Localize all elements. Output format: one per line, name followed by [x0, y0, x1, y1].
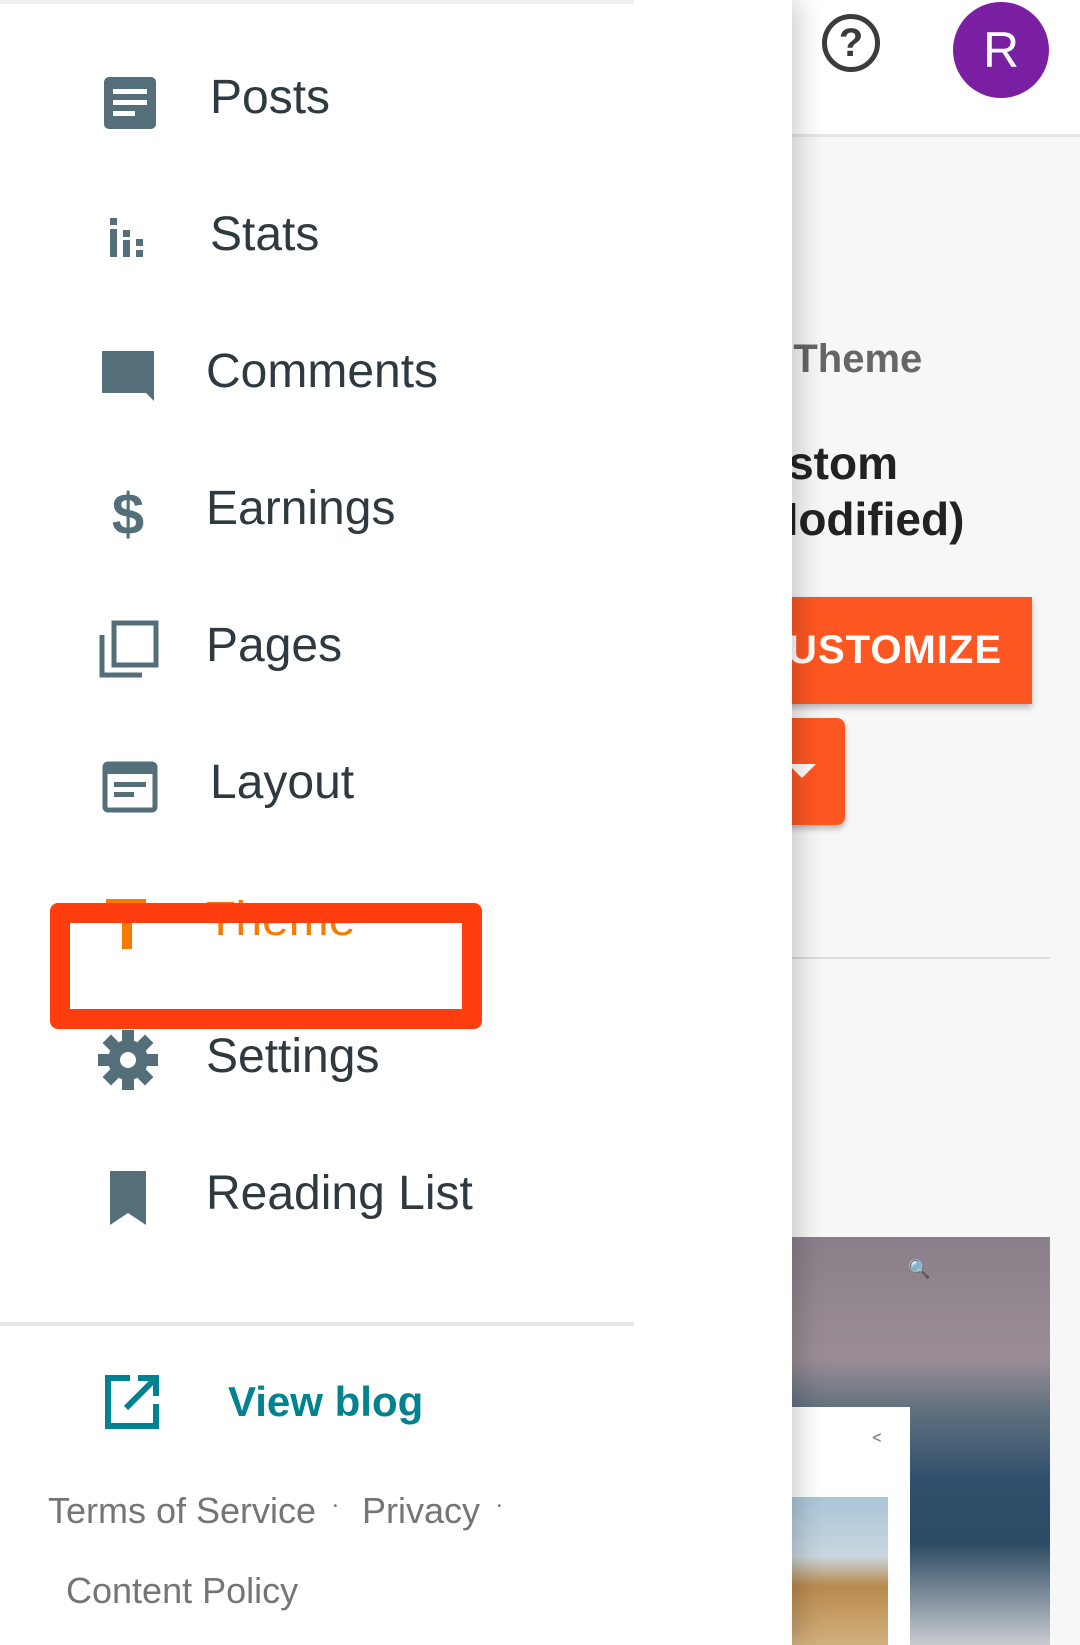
theme-preview-thumbnail[interactable]: 🔍 <: [760, 1237, 1050, 1645]
preview-share-icon: <: [872, 1425, 883, 1449]
nav-item-reading-list[interactable]: Reading List: [0, 1140, 634, 1250]
footer-separator: ·: [496, 1492, 503, 1522]
nav-item-posts[interactable]: Posts: [0, 44, 634, 154]
navigation-drawer: Posts Stats Comments $ Earnings Pages La…: [0, 0, 792, 1645]
nav-label-settings: Settings: [206, 1030, 380, 1083]
drawer-top-divider: [0, 0, 634, 4]
bookmark-icon: [110, 1171, 146, 1225]
content-policy-link[interactable]: Content Policy: [66, 1570, 298, 1612]
content-divider: [760, 957, 1050, 959]
nav-item-earnings[interactable]: $ Earnings: [0, 455, 634, 565]
nav-label-stats: Stats: [210, 208, 320, 261]
comments-icon: [102, 351, 154, 401]
dollar-icon: $: [112, 482, 144, 544]
posts-icon: [104, 77, 156, 129]
footer-separator: ·: [332, 1492, 339, 1522]
account-avatar[interactable]: R: [953, 2, 1049, 98]
privacy-link[interactable]: Privacy: [362, 1490, 480, 1532]
terms-of-service-link[interactable]: Terms of Service: [48, 1490, 316, 1532]
svg-text:$: $: [112, 482, 144, 544]
nav-label-comments: Comments: [206, 345, 439, 398]
pages-icon: [99, 620, 159, 678]
nav-item-pages[interactable]: Pages: [0, 592, 634, 702]
nav-item-layout[interactable]: Layout: [0, 729, 634, 839]
preview-search-icon: 🔍: [908, 1259, 931, 1280]
theme-page-content: y Theme ustom Modified) CUSTOMIZE 🔍 <: [758, 137, 1080, 1645]
view-blog-label: View blog: [228, 1378, 424, 1425]
nav-label-earnings: Earnings: [206, 482, 396, 535]
drawer-divider: [0, 1322, 634, 1326]
layout-icon: [102, 761, 158, 813]
view-blog-link[interactable]: View blog: [0, 1362, 634, 1462]
nav-label-reading-list: Reading List: [206, 1167, 473, 1220]
open-in-new-icon: [105, 1375, 159, 1429]
nav-label-posts: Posts: [210, 71, 331, 124]
nav-label-layout: Layout: [210, 756, 355, 809]
help-icon[interactable]: ?: [822, 14, 880, 72]
nav-label-pages: Pages: [206, 619, 343, 672]
customize-button[interactable]: CUSTOMIZE: [758, 597, 1032, 704]
gear-icon: [98, 1030, 158, 1090]
theme-highlight-annotation: [50, 903, 482, 1029]
nav-item-comments[interactable]: Comments: [0, 318, 634, 428]
nav-item-stats[interactable]: Stats: [0, 181, 634, 291]
stats-icon: [110, 218, 143, 257]
